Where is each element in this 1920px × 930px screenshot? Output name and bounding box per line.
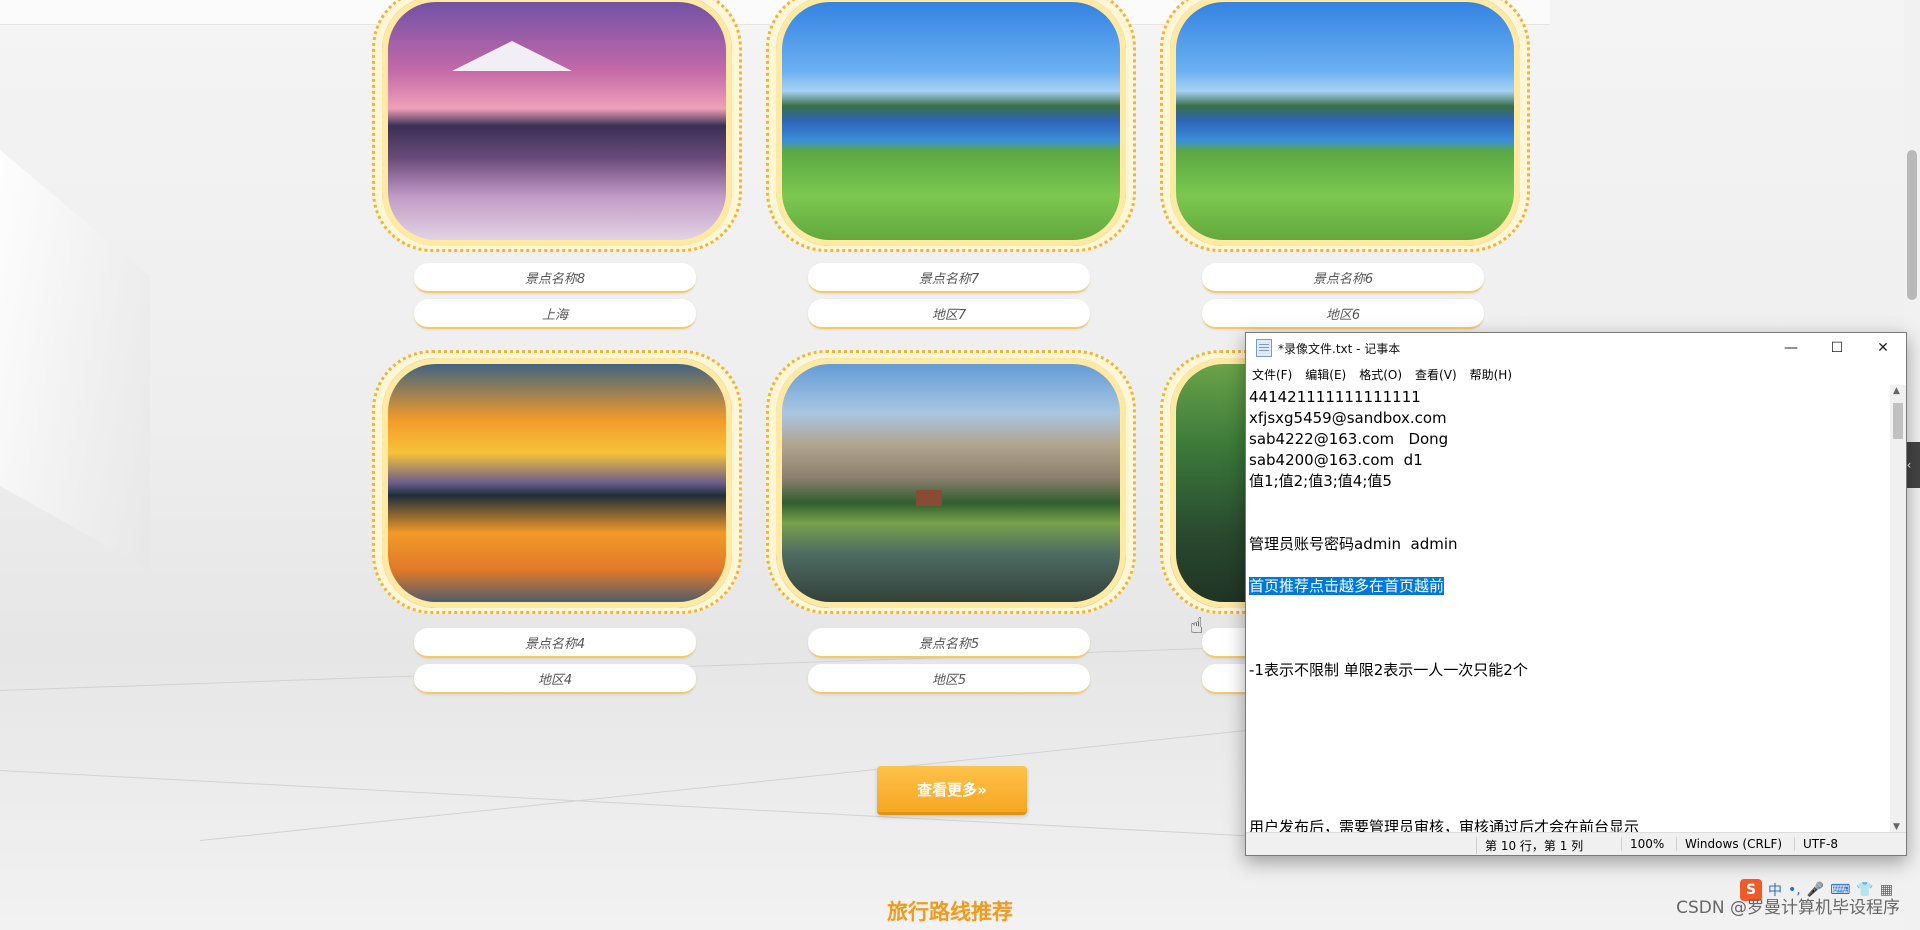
notepad-menubar: 文件(F) 编辑(E) 格式(O) 查看(V) 帮助(H) [1246,363,1906,385]
attraction-region: 上海 [414,299,696,329]
floor-line [199,714,1394,841]
menu-view[interactable]: 查看(V) [1415,366,1457,383]
notepad-scrollbar[interactable]: ▲ ▼ [1890,385,1906,833]
text-line: xfjsxg5459@sandbox.com [1249,409,1447,427]
page-scrollbar-thumb[interactable] [1907,150,1917,300]
background-wall [0,150,150,570]
attraction-photo[interactable] [382,0,732,246]
attraction-photo[interactable] [776,358,1126,608]
close-button[interactable]: ✕ [1860,333,1906,363]
attraction-photo[interactable] [776,0,1126,246]
attraction-name[interactable]: 景点名称7 [808,263,1090,293]
text-line [1249,555,1890,576]
selected-text: 首页推荐点击越多在首页越前 [1249,577,1445,595]
notepad-scrollbar-thumb[interactable] [1893,403,1903,439]
status-position: 第 10 行，第 1 列 [1476,837,1583,854]
status-zoom: 100% [1621,837,1664,851]
attraction-photo[interactable] [382,358,732,608]
attraction-name[interactable]: 景点名称4 [414,628,696,658]
scroll-up-icon[interactable]: ▲ [1893,386,1900,396]
text-line: 首页推荐点击越多在首页越前 [1249,576,1890,597]
notepad-window[interactable]: *录像文件.txt - 记事本 — ☐ ✕ 文件(F) 编辑(E) 格式(O) … [1245,332,1907,856]
attraction-name[interactable]: 景点名称6 [1202,263,1484,293]
attraction-name[interactable]: 景点名称8 [414,263,696,293]
text-line [1249,597,1890,618]
notepad-titlebar[interactable]: *录像文件.txt - 记事本 — ☐ ✕ [1246,333,1906,363]
text-line: 441421111111111111 [1249,388,1421,406]
hand-cursor-icon: ☝ [1190,614,1204,639]
text-line [1249,492,1890,513]
menu-edit[interactable]: 编辑(E) [1305,366,1346,383]
attraction-region: 地区4 [414,664,696,694]
view-more-button[interactable]: 查看更多» [877,766,1027,815]
text-line [1249,513,1890,534]
notepad-text-area[interactable]: 441421111111111111 xfjsxg5459@sandbox.com… [1246,385,1890,833]
attraction-name[interactable]: 景点名称5 [808,628,1090,658]
notepad-icon [1256,339,1272,357]
watermark: CSDN @罗曼计算机毕设程序 [1676,898,1900,918]
maximize-button[interactable]: ☐ [1814,333,1860,363]
text-line [1249,639,1890,660]
attraction-region: 地区7 [808,299,1090,329]
text-line: sab4222@163.com Dong [1249,430,1449,448]
text-line [1249,618,1890,639]
text-line-cut: 用户发布后，需要管理员审核，审核通过后才会在前台显示 [1249,818,1640,833]
notepad-title: *录像文件.txt - 记事本 [1278,341,1401,356]
text-line: -1表示不限制 单限2表示一人一次只能2个 [1249,661,1528,679]
attraction-region: 地区5 [808,664,1090,694]
attraction-region: 地区6 [1202,299,1484,329]
scroll-down-icon[interactable]: ▼ [1893,822,1900,832]
text-line: 管理员账号密码admin admin [1249,535,1458,553]
menu-format[interactable]: 格式(O) [1359,366,1402,383]
text-line: sab4200@163.com d1 [1249,451,1423,469]
text-line: 值1;值2;值3;值4;值5 [1249,472,1392,490]
menu-help[interactable]: 帮助(H) [1470,366,1512,383]
status-line-ending: Windows (CRLF) [1676,837,1782,851]
menu-file[interactable]: 文件(F) [1252,366,1292,383]
attraction-photo[interactable] [1170,0,1520,246]
minimize-button[interactable]: — [1768,333,1814,363]
notepad-statusbar: 第 10 行，第 1 列 100% Windows (CRLF) UTF-8 [1246,832,1906,855]
status-encoding: UTF-8 [1794,837,1838,851]
section-title: 旅行路线推荐 [887,900,1013,924]
